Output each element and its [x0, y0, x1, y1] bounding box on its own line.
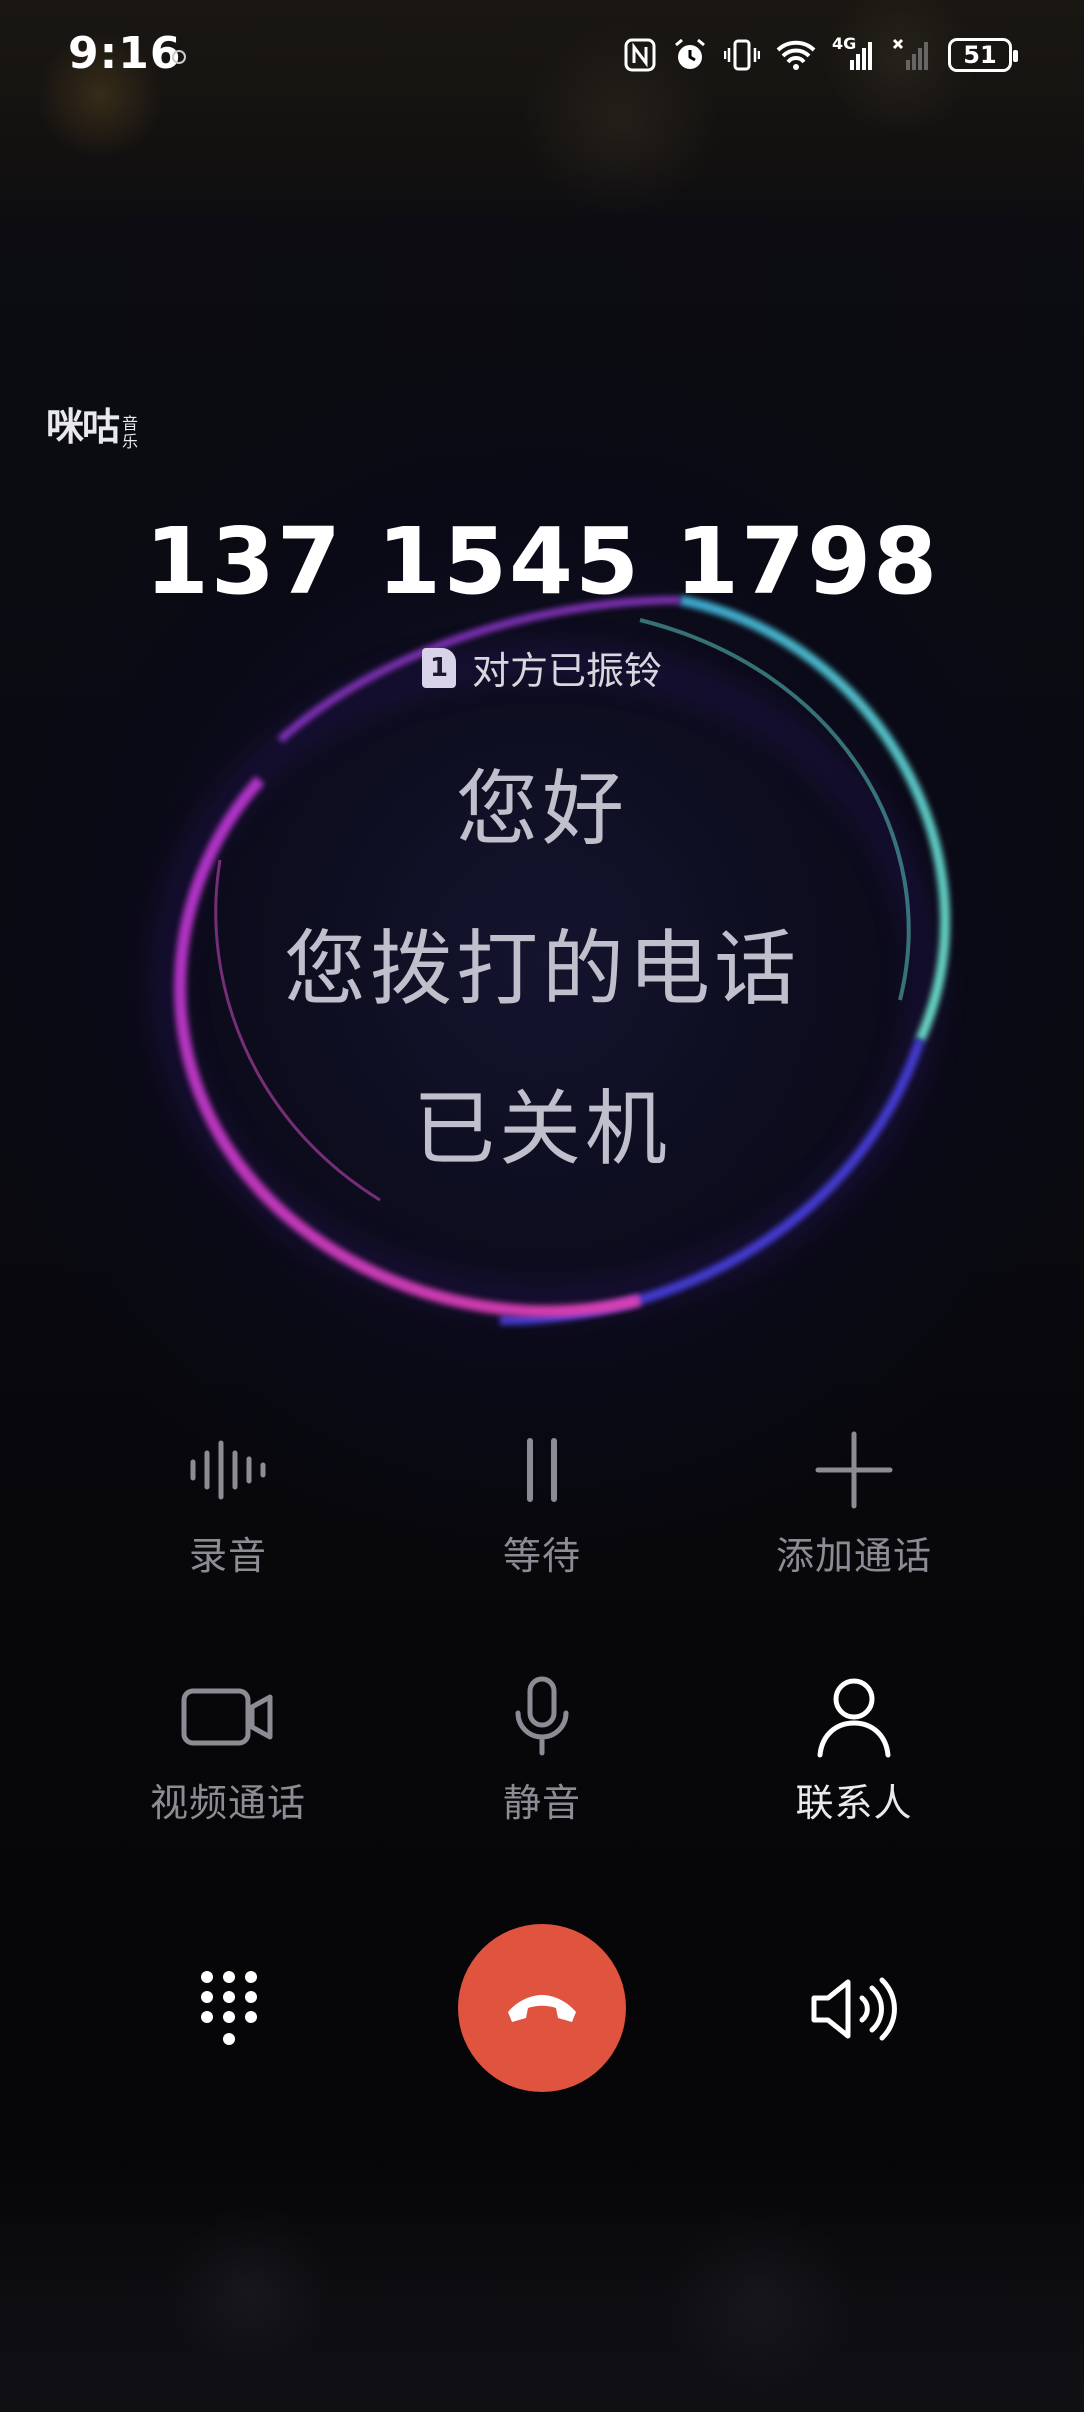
app-logo: 咪咕 音乐	[46, 396, 140, 451]
logo-sub: 音乐	[122, 414, 139, 451]
hold-label: 等待	[502, 1534, 581, 1578]
record-button[interactable]: 录音	[98, 1425, 358, 1580]
dialpad-icon	[201, 1971, 257, 2045]
call-status-text: 对方已振铃	[471, 649, 662, 693]
video-call-button[interactable]: 视频通话	[98, 1672, 358, 1827]
waveform-icon	[173, 1425, 283, 1515]
mute-button[interactable]: 静音	[412, 1672, 672, 1827]
message-line-1: 您好	[455, 762, 628, 857]
add-call-label: 添加通话	[775, 1534, 932, 1578]
speaker-button[interactable]	[798, 1954, 908, 2064]
bottom-background-photo	[0, 2150, 1084, 2412]
status-bar: 9:16 4G 51	[0, 0, 1084, 110]
mute-label: 静音	[502, 1781, 581, 1825]
alarm-icon	[672, 37, 708, 73]
status-time: 9:16	[68, 28, 182, 79]
person-icon	[799, 1672, 909, 1762]
signal-4g-icon: 4G	[832, 34, 876, 72]
notification-dot-icon	[172, 50, 186, 64]
contacts-label: 联系人	[795, 1781, 913, 1825]
plus-icon	[799, 1425, 909, 1515]
battery-level: 51	[963, 41, 997, 69]
hold-button[interactable]: 等待	[412, 1425, 672, 1580]
message-line-3: 已关机	[412, 1082, 671, 1177]
contacts-button[interactable]: 联系人	[724, 1672, 984, 1827]
signal-no-service-icon	[892, 38, 932, 72]
wifi-icon	[776, 39, 816, 71]
phone-number: 137 1545 1798	[144, 508, 940, 615]
message-line-2: 您拨打的电话	[283, 922, 800, 1017]
add-call-button[interactable]: 添加通话	[724, 1425, 984, 1580]
sim-badge-icon: 1	[421, 647, 456, 688]
logo-main: 咪咕	[46, 405, 120, 449]
call-status: 1 对方已振铃	[0, 640, 1084, 695]
battery-icon: 51	[948, 38, 1018, 72]
record-label: 录音	[188, 1534, 267, 1578]
vibrate-icon	[724, 38, 760, 72]
end-call-button[interactable]	[458, 1924, 626, 2092]
network-type-label: 4G	[832, 34, 857, 53]
nfc-icon	[624, 38, 656, 72]
video-call-label: 视频通话	[149, 1781, 306, 1825]
hang-up-icon	[508, 1995, 576, 2022]
microphone-icon	[487, 1672, 597, 1762]
status-icons: 4G 51	[624, 30, 1018, 80]
speaker-icon	[811, 1977, 897, 2041]
dialpad-button[interactable]	[174, 1954, 284, 2064]
video-camera-icon	[173, 1672, 283, 1762]
pause-icon	[487, 1425, 597, 1515]
